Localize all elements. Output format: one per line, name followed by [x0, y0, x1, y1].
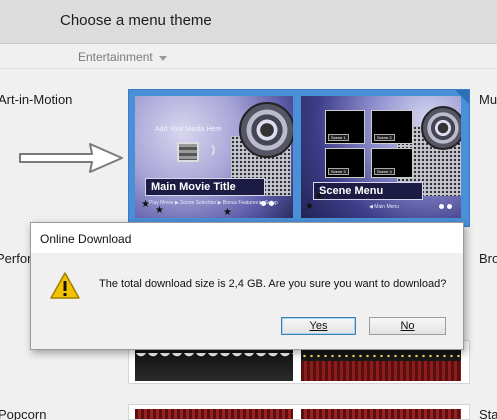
speaker-icon	[239, 102, 293, 158]
scallop-decoration	[135, 353, 293, 363]
nav-back-icon	[261, 201, 266, 206]
star-icon: ★	[155, 205, 164, 216]
dialog-titlebar[interactable]: Online Download	[31, 223, 463, 253]
nav-forward-icon	[269, 201, 274, 206]
speaker-icon	[421, 106, 461, 150]
menu-buttons-text: Play Movie ▶ Scene Selection ▶ Bonus Fea…	[149, 200, 278, 206]
no-button[interactable]: No	[369, 317, 446, 335]
scene-tag: Scene 4	[374, 168, 395, 175]
scene-thumbnail: Scene 1	[325, 110, 365, 144]
warning-icon	[50, 272, 80, 299]
star-icon: ★	[315, 191, 324, 202]
yes-button[interactable]: Yes	[281, 317, 356, 335]
theme-label-art-in-motion[interactable]: Art-in-Motion	[0, 92, 72, 107]
page-title: Choose a menu theme	[60, 12, 212, 29]
curtain-decoration	[301, 361, 461, 381]
scene-thumbnail: Scene 4	[371, 148, 413, 178]
theme-label-broadway[interactable]: Bro	[479, 251, 497, 266]
category-dropdown[interactable]: Entertainment	[78, 50, 167, 64]
scene-nav-text: ◀ Main Menu	[369, 204, 399, 210]
scene-menu-title: Scene Menu	[319, 185, 384, 197]
divider	[0, 68, 497, 69]
thumbnail-popcorn	[135, 409, 293, 419]
scene-thumbnail: Scene 3	[325, 148, 365, 178]
thumbnail-performance	[135, 347, 293, 381]
thumbnail-main-menu: Add Your Media Here Main Movie Title Pla…	[135, 96, 293, 218]
dialog-message: The total download size is 2,4 GB. Are y…	[99, 278, 447, 290]
scene-tag: Scene 1	[328, 134, 349, 141]
app-header: Choose a menu theme	[0, 0, 497, 44]
no-label: No	[400, 320, 415, 332]
theme-art-in-motion[interactable]: Add Your Media Here Main Movie Title Pla…	[128, 89, 470, 227]
theme-label-popcorn[interactable]: Popcorn	[0, 407, 46, 420]
theme-popcorn[interactable]	[128, 404, 470, 420]
film-icon	[177, 142, 199, 162]
dialog-title: Online Download	[40, 232, 132, 246]
star-icon: ★	[305, 201, 314, 212]
star-icon: ★	[223, 207, 232, 218]
theme-label-performance[interactable]: Perfor	[0, 251, 31, 266]
thumbnail-broadway	[301, 347, 461, 381]
yes-label: Yes	[309, 320, 328, 332]
scene-thumbnail: Scene 2	[371, 110, 413, 144]
arrow-annotation-icon	[19, 143, 123, 173]
theme-label-stage[interactable]: Sta	[479, 407, 497, 420]
star-icon: ★	[141, 199, 150, 210]
theme-label-music[interactable]: Mu	[479, 92, 497, 107]
chevron-down-icon	[158, 55, 167, 61]
scene-tag: Scene 2	[374, 134, 395, 141]
media-signal-icon	[203, 142, 215, 158]
online-download-dialog: Online Download The total download size …	[30, 222, 464, 350]
media-drop-hint: Add Your Media Here	[155, 126, 222, 133]
thumbnail-stage	[301, 409, 461, 419]
marquee-lights	[301, 353, 461, 359]
main-movie-title: Main Movie Title	[151, 181, 236, 193]
thumbnail-scene-menu: Scene 1 Scene 2 Scene 3 Scene 4 Scene Me…	[301, 96, 461, 218]
nav-forward-icon	[447, 204, 452, 209]
nav-back-icon	[439, 204, 444, 209]
category-selected: Entertainment	[78, 50, 153, 64]
scene-tag: Scene 3	[328, 168, 349, 175]
